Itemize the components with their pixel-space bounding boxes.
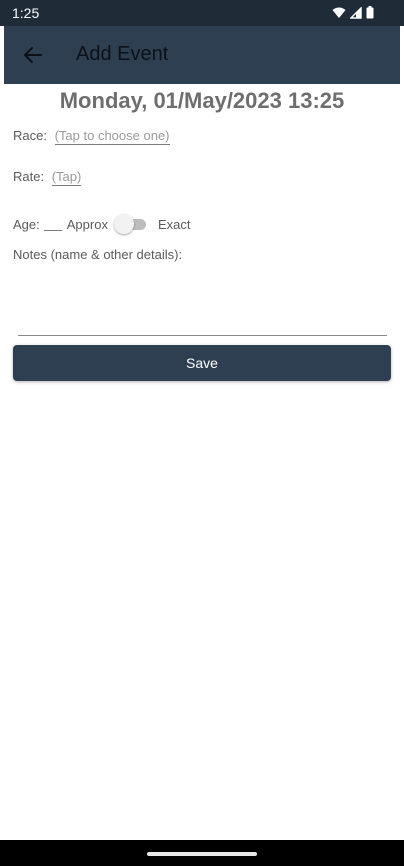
- event-date-heading[interactable]: Monday, 01/May/2023 13:25: [4, 88, 400, 114]
- battery-icon: [366, 6, 374, 19]
- rate-label: Rate:: [13, 169, 45, 184]
- screen: 1:25 Add Event Monday, 01/May/2023 13:25…: [0, 0, 404, 866]
- add-event-form: Monday, 01/May/2023 13:25 Race: (Tap to …: [4, 84, 400, 840]
- race-picker[interactable]: (Tap to choose one): [54, 128, 170, 145]
- save-button[interactable]: Save: [13, 345, 391, 381]
- signal-icon: [350, 6, 362, 19]
- rate-row: Rate: (Tap): [13, 169, 82, 186]
- age-input[interactable]: [43, 217, 62, 231]
- navigation-bar: [0, 840, 404, 866]
- approx-label: Approx: [66, 216, 108, 232]
- status-icons: [332, 6, 374, 19]
- back-button[interactable]: [18, 40, 48, 70]
- page-title: Add Event: [76, 43, 169, 65]
- age-row: Age: Approx Exact: [13, 214, 190, 234]
- age-label: Age:: [13, 216, 40, 232]
- home-gesture-handle[interactable]: [147, 852, 257, 856]
- arrow-left-icon: [24, 47, 42, 63]
- notes-label: Notes (name & other details):: [13, 247, 183, 262]
- rate-picker[interactable]: (Tap): [51, 169, 82, 186]
- app-bar: Add Event: [4, 26, 400, 84]
- toggle-thumb: [113, 214, 134, 234]
- approx-exact-toggle[interactable]: [113, 214, 148, 234]
- race-row: Race: (Tap to choose one): [13, 128, 170, 145]
- race-label: Race:: [13, 128, 47, 143]
- status-time: 1:25: [12, 5, 40, 21]
- status-bar: 1:25: [0, 0, 404, 26]
- notes-input[interactable]: [18, 335, 387, 336]
- exact-label: Exact: [157, 216, 191, 232]
- wifi-icon: [332, 7, 346, 19]
